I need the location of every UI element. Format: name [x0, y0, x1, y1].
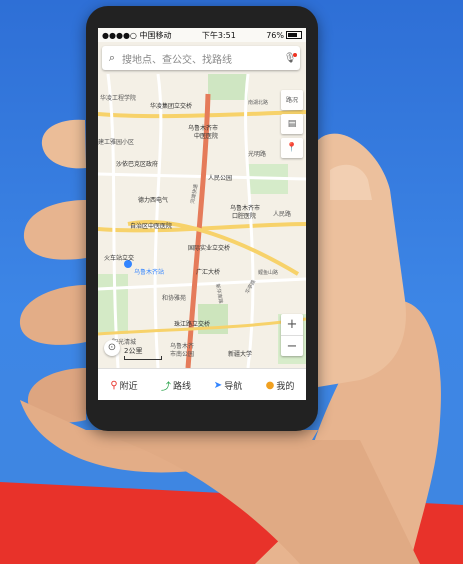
- traffic-label: 路况: [285, 97, 298, 104]
- traffic-button[interactable]: 路况: [281, 90, 303, 110]
- search-input[interactable]: 搜地点、查公交、找路线: [122, 51, 232, 66]
- map-label: 光明路: [248, 150, 266, 158]
- map-label: 国际实业立交桥: [188, 244, 230, 252]
- search-bar[interactable]: ⌕ 搜地点、查公交、找路线 🎙: [102, 46, 300, 70]
- map-label: 乌鲁木齐市: [230, 204, 260, 212]
- map-label: 人民路: [273, 210, 291, 218]
- map-label: 中医医院: [194, 132, 218, 140]
- map-label: 沙依巴克区政府: [116, 160, 158, 168]
- battery-percent: 76%: [266, 30, 284, 40]
- nav-navigate-label: 导航: [224, 381, 243, 392]
- phone-device: ●●●●○ 中国移动 下午3:51 76% 华凌工程学院 华凌集团立交桥 乌鲁木…: [86, 6, 318, 431]
- bottom-nav: ⚲ 附近 ⤴ 路线 ➤ 导航 ● 我的: [98, 368, 306, 400]
- map-label: 乌鲁木齐市: [188, 124, 218, 132]
- map-label: 和协雅苑: [162, 294, 186, 302]
- route-icon: ⤴: [160, 381, 171, 393]
- map-label: 乌鲁木齐: [170, 342, 194, 350]
- nav-route-label: 路线: [172, 381, 191, 392]
- nav-mine[interactable]: ● 我的: [254, 369, 306, 400]
- map-label: 口腔医院: [232, 212, 256, 220]
- map-label: 人民公园: [208, 175, 232, 182]
- nav-navigate[interactable]: ➤ 导航: [202, 369, 254, 400]
- map-label: 自治区中医医院: [130, 222, 172, 230]
- scale-label: 2公里: [124, 347, 143, 355]
- map-label: 广汇大桥: [196, 268, 220, 276]
- zoom-in-button[interactable]: +: [281, 314, 303, 336]
- locate-icon[interactable]: ⊙: [104, 340, 120, 356]
- map-label: 市南公园: [170, 350, 194, 358]
- notification-dot: [293, 52, 297, 57]
- carrier-signal: ●●●●○ 中国移动: [102, 30, 172, 40]
- layers-icon[interactable]: ▤: [281, 114, 303, 134]
- map-label: 珠江路立交桥: [174, 320, 210, 328]
- map-label: 火车站立交: [104, 254, 134, 262]
- nav-mine-label: 我的: [276, 381, 295, 392]
- map-label: 建工雅园小区: [98, 138, 134, 146]
- map-label: 新疆大学: [228, 350, 252, 358]
- nav-nearby[interactable]: ⚲ 附近: [98, 369, 150, 400]
- zoom-control: + −: [281, 314, 303, 356]
- phone-screen: ●●●●○ 中国移动 下午3:51 76% 华凌工程学院 华凌集团立交桥 乌鲁木…: [98, 28, 306, 400]
- map-label: 华凌集团立交桥: [150, 102, 192, 110]
- battery-icon: [285, 31, 302, 39]
- voice-icon[interactable]: 🎙: [280, 52, 300, 64]
- nav-route[interactable]: ⤴ 路线: [150, 369, 202, 400]
- map-label: 鲤鱼山路: [258, 269, 278, 276]
- map-label: 德力西电气: [138, 196, 168, 204]
- status-time: 下午3:51: [201, 30, 236, 40]
- pin-icon: ⚲: [110, 379, 118, 391]
- navigate-icon: ➤: [213, 379, 223, 391]
- map-label: 乌鲁木齐站: [134, 268, 164, 276]
- user-icon: ●: [265, 379, 275, 391]
- map-scale: 2公里: [124, 346, 162, 360]
- search-icon: ⌕: [108, 51, 116, 64]
- map-label: 南湖北路: [248, 99, 268, 106]
- scale-bar: [124, 356, 162, 360]
- battery-indicator: 76%: [266, 31, 302, 40]
- status-bar: ●●●●○ 中国移动 下午3:51 76%: [98, 28, 306, 42]
- nav-nearby-label: 附近: [119, 381, 138, 392]
- poi-icon[interactable]: 📍: [281, 138, 303, 158]
- zoom-out-button[interactable]: −: [281, 336, 303, 357]
- map-view[interactable]: 华凌工程学院 华凌集团立交桥 乌鲁木齐市 中医医院 光明路 建工雅园小区 沙依巴…: [98, 74, 306, 368]
- map-label: 华凌工程学院: [100, 94, 136, 102]
